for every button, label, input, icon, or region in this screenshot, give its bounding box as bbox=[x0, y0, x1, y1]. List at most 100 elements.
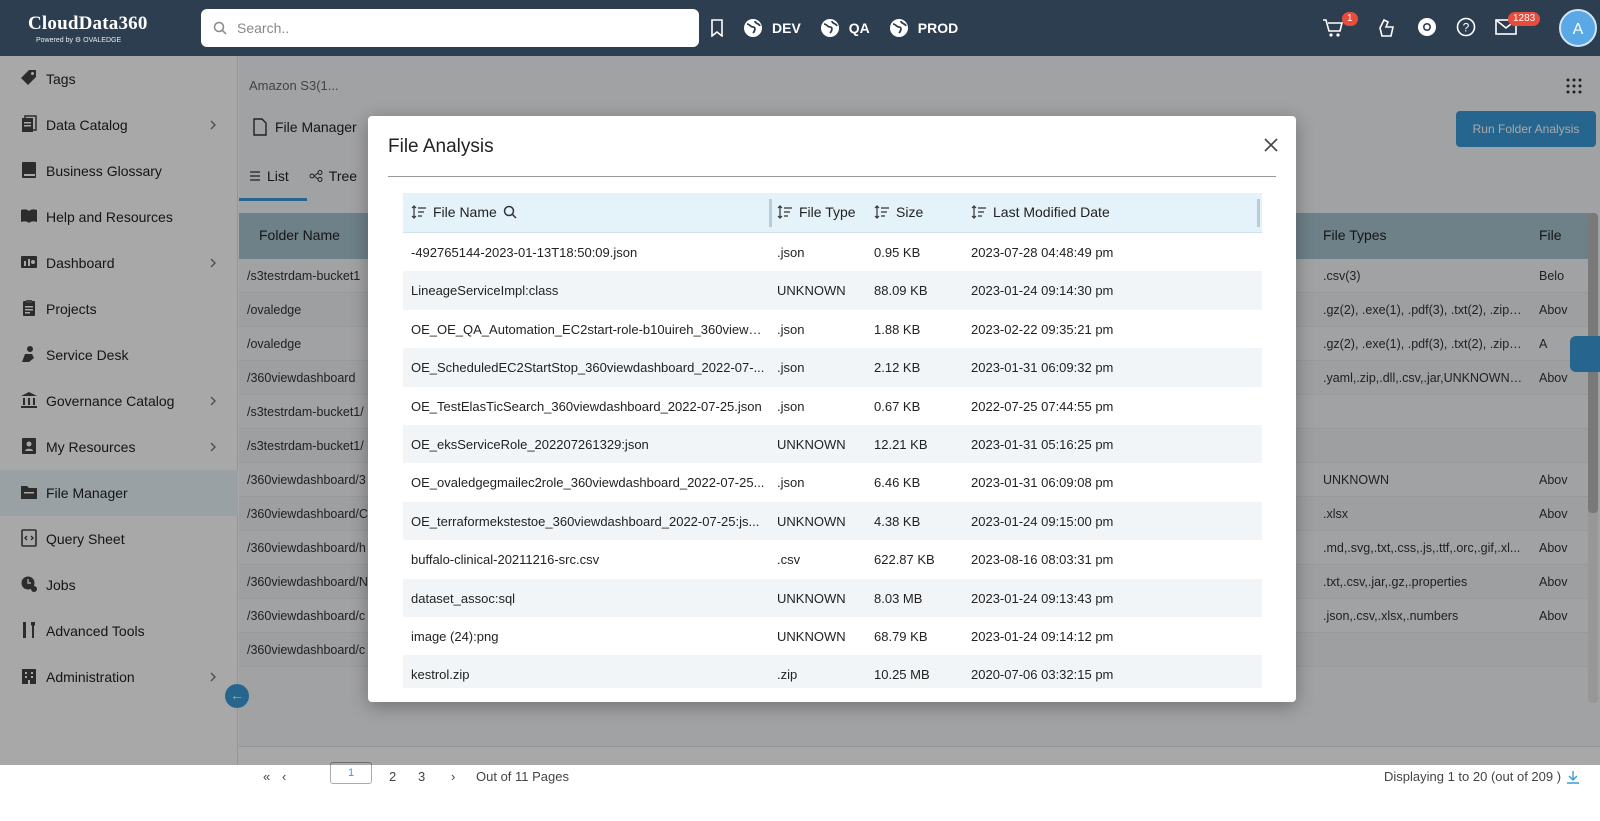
page-link[interactable]: 3 bbox=[418, 769, 425, 784]
next-page-icon[interactable]: › bbox=[451, 769, 455, 784]
chrome-icon[interactable] bbox=[1417, 17, 1437, 41]
displaying-label: Displaying 1 to 20 (out of 209 ) bbox=[1384, 769, 1562, 784]
file-name-cell: OE_TestElasTicSearch_360viewdashboard_20… bbox=[411, 398, 762, 414]
table-row[interactable]: buffalo-clinical-20211216-src.csv .csv 622… bbox=[403, 540, 1262, 578]
table-row[interactable]: OE_ovaledgegmailec2role_360viewdashboard… bbox=[403, 463, 1262, 501]
file-analysis-table: File Name File Type Size Last Modified D… bbox=[403, 193, 1262, 688]
last-modified-cell: 2020-07-06 03:32:15 pm bbox=[971, 667, 1114, 683]
table-header: File Name File Type Size Last Modified D… bbox=[403, 193, 1262, 233]
last-modified-cell: 2023-01-24 09:14:30 pm bbox=[971, 283, 1114, 299]
file-name-cell: LineageServiceImpl:class bbox=[411, 283, 559, 299]
column-resizer[interactable] bbox=[769, 199, 772, 227]
svg-text:?: ? bbox=[1463, 21, 1470, 35]
sort-icon[interactable] bbox=[971, 205, 987, 219]
file-type-cell: .json bbox=[777, 398, 805, 414]
env-qa[interactable]: QA bbox=[849, 20, 870, 36]
globe-icon bbox=[820, 18, 840, 38]
table-row[interactable]: -492765144-2023-01-13T18:50:09.json .json… bbox=[403, 233, 1262, 271]
first-page-icon[interactable]: « bbox=[263, 769, 270, 784]
last-modified-cell: 2023-01-31 06:09:08 pm bbox=[971, 475, 1114, 491]
column-resizer[interactable] bbox=[1257, 199, 1260, 227]
env-dev[interactable]: DEV bbox=[772, 20, 801, 36]
env-prod[interactable]: PROD bbox=[918, 20, 958, 36]
column-file-name[interactable]: File Name bbox=[411, 204, 517, 220]
table-row[interactable]: OE_TestElasTicSearch_360viewdashboard_20… bbox=[403, 387, 1262, 425]
size-cell: 68.79 KB bbox=[874, 628, 928, 644]
column-label: File Type bbox=[799, 204, 856, 220]
last-modified-cell: 2023-01-24 09:15:00 pm bbox=[971, 513, 1114, 529]
file-type-cell: UNKNOWN bbox=[777, 590, 846, 606]
sort-icon[interactable] bbox=[411, 205, 427, 219]
cart-icon[interactable] bbox=[1322, 17, 1344, 41]
app-logo[interactable]: CloudData360 Powered by ⚙ OVALEDGE bbox=[28, 13, 148, 44]
size-cell: 12.21 KB bbox=[874, 436, 928, 452]
sort-icon[interactable] bbox=[777, 205, 793, 219]
cart-badge: 1 bbox=[1342, 12, 1358, 26]
sort-icon[interactable] bbox=[874, 205, 890, 219]
help-icon[interactable]: ? bbox=[1456, 17, 1476, 41]
page-count-label: Out of 11 Pages bbox=[476, 769, 569, 784]
page-number-input[interactable]: 1 bbox=[330, 762, 372, 784]
file-type-cell: .json bbox=[777, 321, 805, 337]
file-name-cell: -492765144-2023-01-13T18:50:09.json bbox=[411, 245, 638, 260]
file-type-cell: UNKNOWN bbox=[777, 436, 846, 452]
table-row[interactable]: image (24):png UNKNOWN 68.79 KB 2023-01-24 … bbox=[403, 617, 1262, 655]
column-label: Size bbox=[896, 204, 924, 220]
file-name-cell: OE_ScheduledEC2StartStop_360viewdashboar… bbox=[411, 360, 765, 376]
modal-title: File Analysis bbox=[388, 136, 494, 157]
column-label: File Name bbox=[433, 204, 497, 220]
last-modified-cell: 2023-08-16 08:03:31 pm bbox=[971, 552, 1114, 568]
bookmark-icon[interactable] bbox=[710, 19, 724, 37]
close-icon[interactable] bbox=[1264, 138, 1278, 152]
last-modified-cell: 2023-01-24 09:13:43 pm bbox=[971, 590, 1114, 606]
last-modified-cell: 2022-07-25 07:44:55 pm bbox=[971, 398, 1114, 414]
last-modified-cell: 2023-02-22 09:35:21 pm bbox=[971, 321, 1114, 337]
file-name-cell: buffalo-clinical-20211216-src.csv bbox=[411, 552, 600, 568]
mail-badge: 1283 bbox=[1508, 12, 1541, 26]
globe-icon bbox=[889, 18, 909, 38]
hand-icon[interactable] bbox=[1377, 17, 1397, 41]
size-cell: 10.25 MB bbox=[874, 667, 930, 683]
file-name-cell: OE_terraformekstestoe_360viewdashboard_2… bbox=[411, 513, 760, 529]
file-type-cell: .json bbox=[777, 475, 805, 491]
size-cell: 6.46 KB bbox=[874, 475, 921, 491]
size-cell: 88.09 KB bbox=[874, 283, 928, 299]
table-row[interactable]: OE_ScheduledEC2StartStop_360viewdashboar… bbox=[403, 348, 1262, 387]
column-file-type[interactable]: File Type bbox=[777, 204, 856, 220]
divider bbox=[388, 176, 1276, 177]
search-input[interactable]: Search.. bbox=[201, 9, 699, 47]
table-row[interactable]: OE_OE_QA_Automation_EC2start-role-b10uir… bbox=[403, 310, 1262, 348]
file-name-cell: image (24):png bbox=[411, 628, 499, 644]
search-icon bbox=[213, 21, 227, 35]
size-cell: 0.67 KB bbox=[874, 398, 921, 414]
size-cell: 622.87 KB bbox=[874, 552, 935, 568]
column-label: Last Modified Date bbox=[993, 204, 1110, 220]
file-type-cell: .json bbox=[777, 360, 805, 376]
avatar[interactable]: A bbox=[1559, 9, 1597, 47]
table-row[interactable]: OE_eksServiceRole_202207261329:json UNKNO… bbox=[403, 424, 1262, 464]
size-cell: 0.95 KB bbox=[874, 245, 921, 260]
column-size[interactable]: Size bbox=[874, 204, 923, 220]
search-icon[interactable] bbox=[503, 205, 517, 219]
globe-icon bbox=[743, 18, 763, 38]
table-row[interactable]: OE_terraformekstestoe_360viewdashboard_2… bbox=[403, 501, 1262, 541]
download-icon[interactable] bbox=[1565, 769, 1581, 785]
table-row[interactable]: LineageServiceImpl:class UNKNOWN 88.09 KB 2… bbox=[403, 271, 1262, 310]
prev-page-icon[interactable]: ‹ bbox=[282, 769, 286, 784]
file-name-cell: OE_ovaledgegmailec2role_360viewdashboard… bbox=[411, 475, 765, 491]
last-modified-cell: 2023-07-28 04:48:49 pm bbox=[971, 245, 1114, 260]
last-modified-cell: 2023-01-24 09:14:12 pm bbox=[971, 628, 1114, 644]
file-type-cell: UNKNOWN bbox=[777, 513, 846, 529]
last-modified-cell: 2023-01-31 05:16:25 pm bbox=[971, 436, 1114, 452]
file-type-cell: .zip bbox=[777, 667, 798, 683]
file-type-cell: .csv bbox=[777, 552, 801, 568]
table-row[interactable]: kestrol.zip .zip 10.25 MB 2020-07-06 03:32:… bbox=[403, 655, 1262, 688]
file-type-cell: UNKNOWN bbox=[777, 628, 846, 644]
table-row[interactable]: dataset_assoc:sql UNKNOWN 8.03 MB 2023-01-2… bbox=[403, 578, 1262, 617]
column-last-modified-date[interactable]: Last Modified Date bbox=[971, 204, 1110, 220]
size-cell: 1.88 KB bbox=[874, 321, 921, 337]
file-type-cell: .json bbox=[777, 245, 805, 260]
last-modified-cell: 2023-01-31 06:09:32 pm bbox=[971, 360, 1114, 376]
file-name-cell: kestrol.zip bbox=[411, 667, 470, 683]
page-link[interactable]: 2 bbox=[389, 769, 396, 784]
